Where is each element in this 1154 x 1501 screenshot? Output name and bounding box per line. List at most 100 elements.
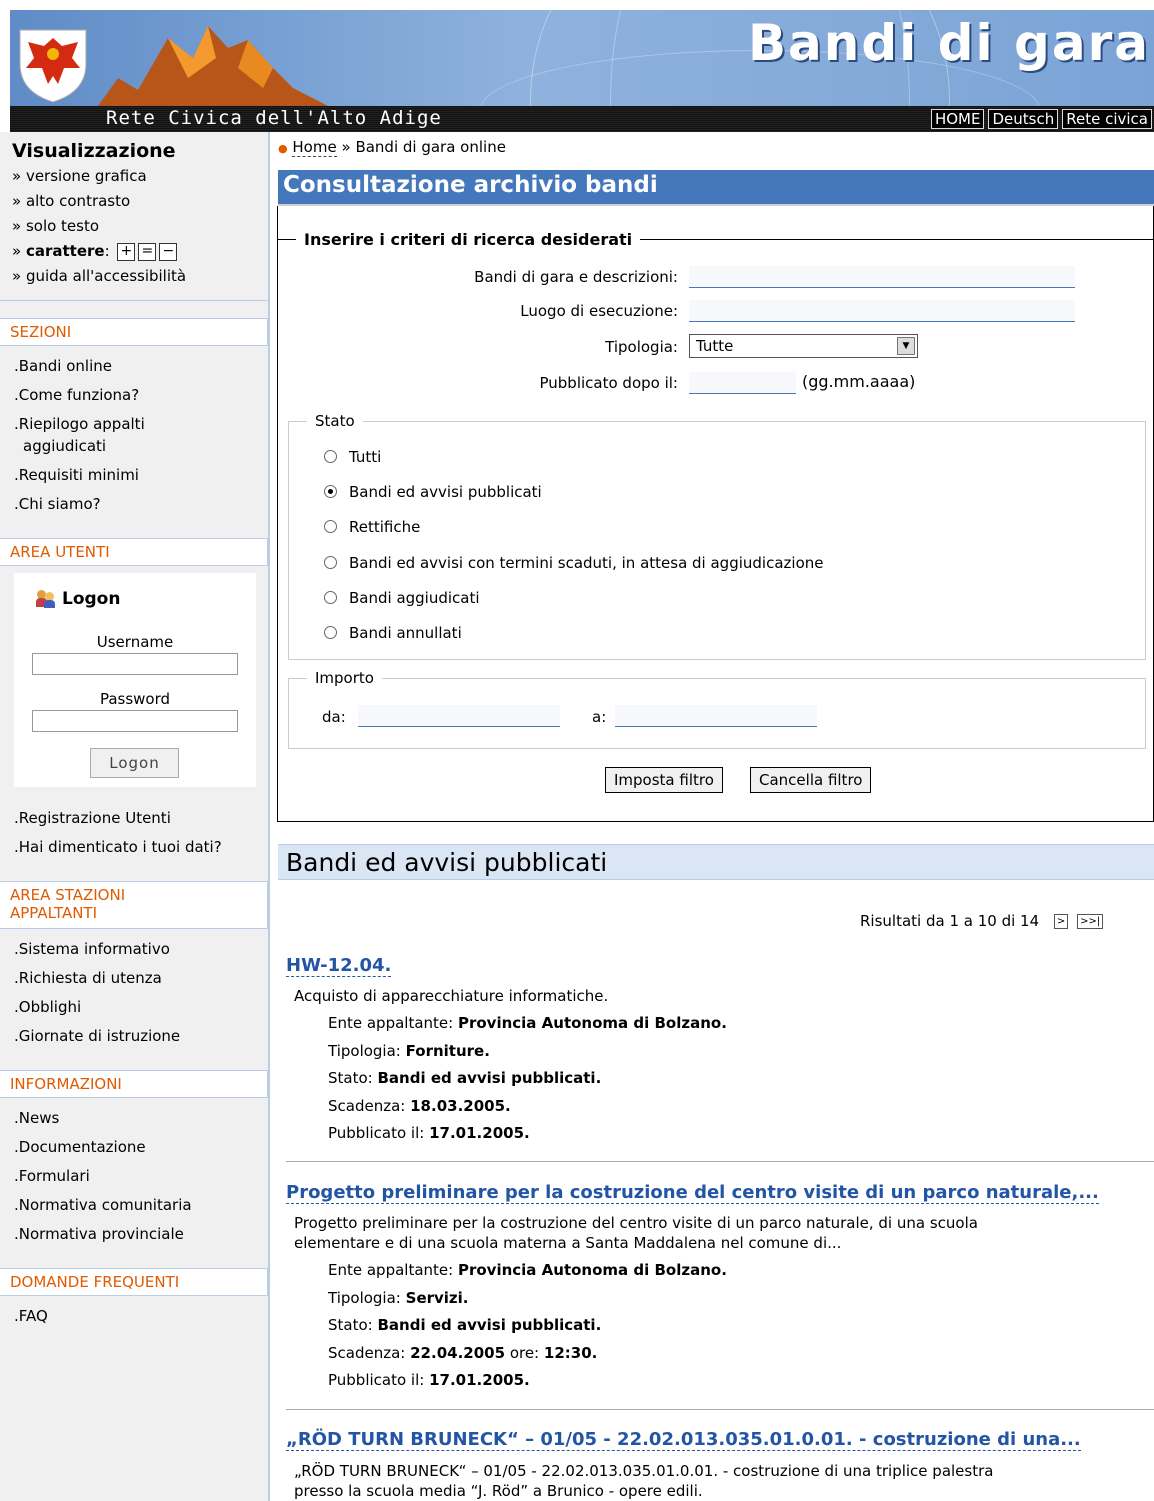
home-link[interactable]: HOME (930, 109, 985, 129)
sidebar-item-riepilogo[interactable]: .Riepilogo appalti (14, 414, 145, 434)
last-page-button[interactable]: >>| (1077, 914, 1104, 929)
page-title: Consultazione archivio bandi (278, 170, 1154, 206)
version-graphic-link[interactable]: » versione grafica (0, 164, 268, 189)
font-decrease-button[interactable]: − (159, 242, 178, 261)
deutsch-link[interactable]: Deutsch (988, 109, 1059, 129)
breadcrumb-sep: » (341, 138, 351, 156)
radio-circle[interactable] (324, 591, 337, 604)
next-page-button[interactable]: > (1053, 914, 1069, 929)
pager: Risultati da 1 a 10 di 14 > >>| (860, 912, 1104, 930)
visualizzazione-title: Visualizzazione (12, 140, 176, 162)
radio-circle[interactable] (324, 520, 337, 533)
tipologia-value: Tutte (696, 337, 734, 355)
section-head-area-utenti: AREA UTENTI (0, 538, 268, 566)
breadcrumb-current: Bandi di gara online (355, 138, 506, 156)
pubblicato-label: Pubblicato dopo il: (539, 374, 679, 392)
area-stazioni-line2: APPALTANTI (10, 904, 98, 922)
entry-tipologia: Tipologia: Forniture. (328, 1042, 490, 1060)
entry-ente: Ente appaltante: Provincia Autonoma di B… (328, 1261, 727, 1279)
sidebar-item-documentazione[interactable]: .Documentazione (14, 1137, 146, 1157)
header-bar: Rete Civica dell'Alto Adige HOME Deutsch… (10, 106, 1154, 132)
entry-desc-line1: Progetto preliminare per la costruzione … (294, 1214, 978, 1232)
accessibility-guide-link[interactable]: » guida all'accessibilità (0, 264, 268, 289)
stato-legend: Stato (315, 412, 355, 430)
radio-rettifiche[interactable]: Rettifiche (324, 518, 420, 536)
results-title: Bandi ed avvisi pubblicati (278, 844, 1154, 880)
sidebar-item-giornate[interactable]: .Giornate di istruzione (14, 1026, 180, 1046)
sidebar-item-requisiti[interactable]: .Requisiti minimi (14, 465, 139, 485)
header-banner: Bandi di gara (10, 10, 1154, 106)
sidebar-item-bandi-online[interactable]: .Bandi online (14, 356, 112, 376)
pubblicato-input[interactable] (689, 372, 796, 394)
sidebar-item-richiesta-utenza[interactable]: .Richiesta di utenza (14, 968, 162, 988)
font-reset-button[interactable]: = (138, 242, 157, 261)
username-input[interactable] (32, 653, 238, 675)
apply-filter-button[interactable]: Imposta filtro (605, 767, 723, 793)
sidebar-item-obblighi[interactable]: .Obblighi (14, 997, 81, 1017)
entry-desc: Acquisto di apparecchiature informatiche… (294, 987, 609, 1005)
radio-circle[interactable] (324, 626, 337, 639)
registrazione-link[interactable]: .Registrazione Utenti (14, 808, 171, 828)
entry-ente: Ente appaltante: Provincia Autonoma di B… (328, 1014, 727, 1032)
importo-legend: Importo (315, 669, 374, 687)
entry-title-link[interactable]: HW-12.04. (286, 956, 392, 977)
date-hint: (gg.mm.aaaa) (802, 372, 916, 391)
sidebar-item-come-funziona[interactable]: .Come funziona? (14, 385, 139, 405)
coat-of-arms-logo (19, 29, 87, 103)
chevron-down-icon[interactable]: ▼ (897, 337, 915, 355)
entry-scadenza: Scadenza: 18.03.2005. (328, 1097, 511, 1115)
site-title: Bandi di gara (747, 14, 1150, 72)
luogo-label: Luogo di esecuzione: (520, 302, 678, 320)
entry-pubblicato: Pubblicato il: 17.01.2005. (328, 1124, 530, 1142)
radio-tutti[interactable]: Tutti (324, 448, 381, 466)
entry-title-link[interactable]: Progetto preliminare per la costruzione … (286, 1183, 1099, 1204)
sidebar-item-riepilogo-2[interactable]: aggiudicati (23, 436, 106, 456)
font-increase-button[interactable]: + (117, 242, 136, 261)
entry-desc-line2: presso la scuola media “J. Röd” a Brunic… (294, 1482, 703, 1500)
breadcrumb: ● Home » Bandi di gara online (278, 138, 506, 157)
section-head-domande: DOMANDE FREQUENTI (0, 1268, 268, 1296)
area-stazioni-line1: AREA STAZIONI (10, 886, 126, 904)
password-input[interactable] (32, 710, 238, 732)
section-head-area-stazioni: AREA STAZIONI APPALTANTI (0, 881, 268, 929)
high-contrast-link[interactable]: » alto contrasto (0, 189, 268, 214)
section-head-sezioni: SEZIONI (0, 318, 268, 346)
sidebar-item-normativa-provinciale[interactable]: .Normativa provinciale (14, 1224, 184, 1244)
sidebar-item-chi-siamo[interactable]: .Chi siamo? (14, 494, 101, 514)
importo-da-input[interactable] (358, 705, 560, 727)
bullet-icon: ● (278, 142, 288, 155)
radio-circle[interactable] (324, 556, 337, 569)
logon-button[interactable]: Logon (90, 748, 179, 778)
text-only-link[interactable]: » solo testo (0, 214, 268, 239)
entry-title-link[interactable]: „RÖD TURN BRUNECK“ – 01/05 - 22.02.013.0… (286, 1430, 1081, 1451)
sidebar-item-normativa-comunitaria[interactable]: .Normativa comunitaria (14, 1195, 192, 1215)
logon-box: Logon Username Password Logon (14, 573, 256, 787)
entry-desc-line2: elementare e di una scuola materna a San… (294, 1234, 842, 1252)
importo-a-input[interactable] (615, 705, 817, 727)
carattere-label: carattere (25, 242, 105, 260)
bandi-input[interactable] (689, 266, 1075, 288)
entry-tipologia: Tipologia: Servizi. (328, 1289, 469, 1307)
radio-scaduti[interactable]: Bandi ed avvisi con termini scaduti, in … (324, 554, 823, 572)
radio-aggiudicati[interactable]: Bandi aggiudicati (324, 589, 480, 607)
sidebar-item-faq[interactable]: .FAQ (14, 1306, 48, 1326)
radio-circle[interactable] (324, 450, 337, 463)
sidebar-item-news[interactable]: .News (14, 1108, 59, 1128)
radio-annullati[interactable]: Bandi annullati (324, 624, 462, 642)
forgot-data-link[interactable]: .Hai dimenticato i tuoi dati? (14, 837, 222, 857)
search-legend: Inserire i criteri di ricerca desiderati (304, 230, 633, 249)
users-icon (36, 590, 56, 608)
font-size-controls: » carattere: + = − (0, 239, 268, 264)
clear-filter-button[interactable]: Cancella filtro (750, 767, 872, 793)
sidebar-item-sistema-informativo[interactable]: .Sistema informativo (14, 939, 170, 959)
entry-desc-line1: „RÖD TURN BRUNECK“ – 01/05 - 22.02.013.0… (294, 1462, 994, 1480)
luogo-input[interactable] (689, 300, 1075, 322)
tipologia-select[interactable]: Tutte ▼ (689, 334, 918, 358)
search-form: Inserire i criteri di ricerca desiderati… (277, 206, 1154, 822)
entry-stato: Stato: Bandi ed avvisi pubblicati. (328, 1069, 602, 1087)
sidebar-item-formulari[interactable]: .Formulari (14, 1166, 90, 1186)
breadcrumb-home[interactable]: Home (292, 138, 337, 157)
radio-pubblicati[interactable]: Bandi ed avvisi pubblicati (324, 483, 542, 501)
rete-civica-link[interactable]: Rete civica (1062, 109, 1152, 129)
radio-circle-selected[interactable] (324, 485, 337, 498)
